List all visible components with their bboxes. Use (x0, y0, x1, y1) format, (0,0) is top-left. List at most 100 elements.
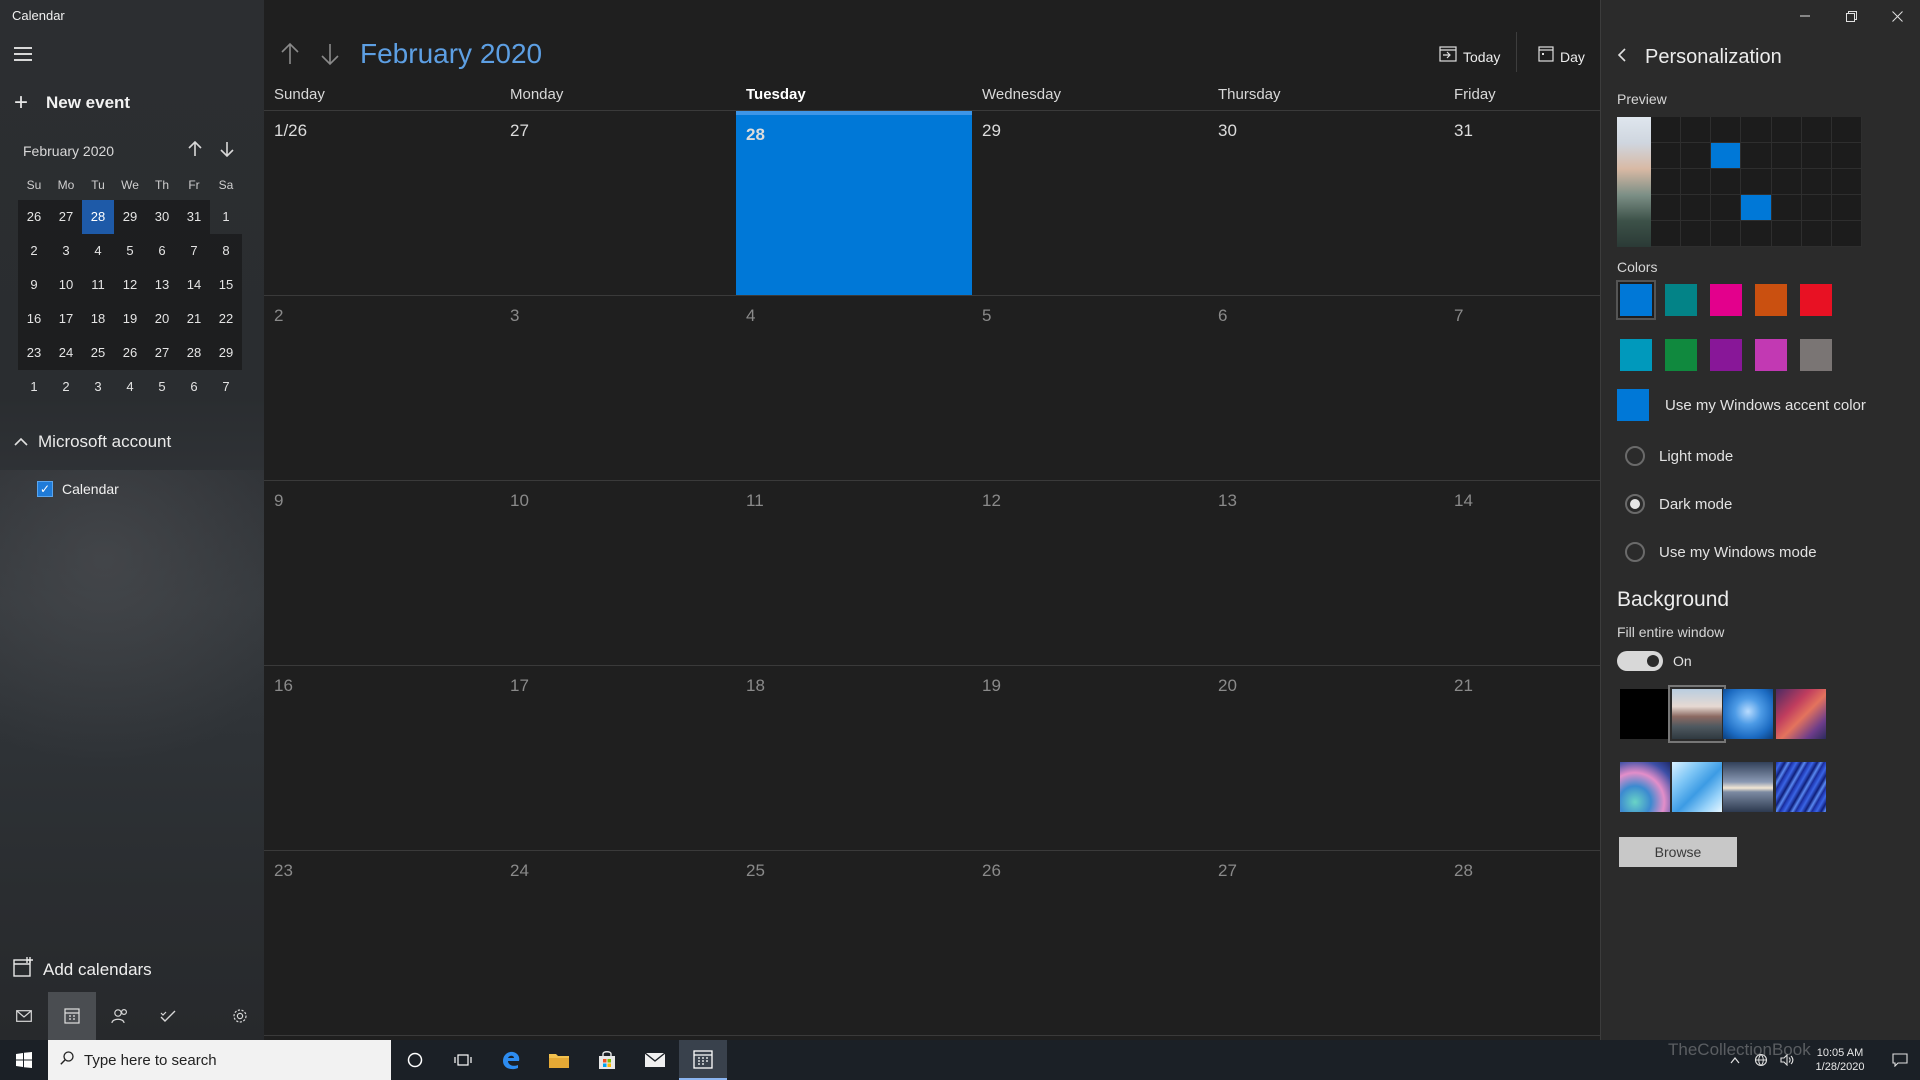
day-cell[interactable]: 16 (264, 666, 500, 850)
minimize-icon[interactable] (1782, 0, 1828, 32)
mini-day-cell[interactable]: 19 (114, 302, 146, 336)
previous-month-arrow-icon[interactable] (276, 39, 304, 69)
calendar-checkbox-item[interactable]: ✓ Calendar (37, 481, 119, 497)
mini-day-cell[interactable]: 1 (210, 200, 242, 234)
background-thumb-ice[interactable] (1672, 762, 1722, 812)
day-cell[interactable]: 27 (500, 111, 736, 295)
color-swatch[interactable] (1665, 284, 1697, 316)
day-cell[interactable]: 28 (736, 111, 972, 295)
day-cell[interactable]: 12 (972, 481, 1208, 665)
mini-day-cell[interactable]: 12 (114, 268, 146, 302)
mini-day-cell[interactable]: 6 (146, 234, 178, 268)
day-cell[interactable]: 10 (500, 481, 736, 665)
mini-day-cell[interactable]: 26 (114, 336, 146, 370)
day-cell[interactable]: 26 (972, 851, 1208, 1035)
mini-day-cell[interactable]: 9 (18, 268, 50, 302)
mini-day-cell[interactable]: 21 (178, 302, 210, 336)
day-cell[interactable]: 27 (1208, 851, 1444, 1035)
background-thumb-blue-lines[interactable] (1776, 762, 1826, 812)
day-cell[interactable]: 6 (1208, 296, 1444, 480)
calendar-app-icon[interactable] (48, 992, 96, 1040)
mini-day-cell[interactable]: 29 (210, 336, 242, 370)
mail-icon[interactable] (0, 992, 48, 1040)
day-cell[interactable]: 18 (736, 666, 972, 850)
close-icon[interactable] (1874, 0, 1920, 32)
month-title[interactable]: February 2020 (360, 38, 542, 70)
mini-day-cell[interactable]: 29 (114, 200, 146, 234)
day-cell[interactable]: 17 (500, 666, 736, 850)
background-thumb-horizon[interactable] (1723, 762, 1773, 812)
windows-start-icon[interactable] (0, 1040, 48, 1080)
mini-day-cell[interactable]: 11 (82, 268, 114, 302)
restore-icon[interactable] (1828, 0, 1874, 32)
day-cell[interactable]: 7 (1444, 296, 1600, 480)
day-cell[interactable]: 3 (500, 296, 736, 480)
color-swatch[interactable] (1800, 339, 1832, 371)
mini-day-cell[interactable]: 6 (178, 370, 210, 404)
add-calendars-button[interactable]: Add calendars (12, 956, 152, 983)
task-view-icon[interactable] (439, 1040, 487, 1080)
mini-day-cell[interactable]: 18 (82, 302, 114, 336)
mini-day-cell[interactable]: 30 (146, 200, 178, 234)
mini-day-cell[interactable]: 4 (114, 370, 146, 404)
day-cell[interactable]: 14 (1444, 481, 1600, 665)
todo-icon[interactable] (144, 992, 192, 1040)
day-cell[interactable]: 2 (264, 296, 500, 480)
mini-day-cell[interactable]: 3 (50, 234, 82, 268)
mini-day-cell[interactable]: 27 (50, 200, 82, 234)
calendar-taskbar-icon[interactable] (679, 1040, 727, 1080)
hamburger-menu-icon[interactable] (14, 47, 32, 61)
microsoft-store-icon[interactable] (583, 1040, 631, 1080)
windows-accent-color-option[interactable]: Use my Windows accent color (1617, 389, 1866, 421)
day-cell[interactable]: 9 (264, 481, 500, 665)
color-swatch[interactable] (1618, 282, 1654, 318)
taskbar-clock[interactable]: 10:05 AM 1/28/2020 (1800, 1046, 1880, 1074)
people-icon[interactable] (96, 992, 144, 1040)
mini-day-cell[interactable]: 13 (146, 268, 178, 302)
today-button[interactable]: Today (1439, 46, 1500, 67)
day-cell[interactable]: 25 (736, 851, 972, 1035)
day-cell[interactable]: 20 (1208, 666, 1444, 850)
background-thumb-blue-flower[interactable] (1723, 689, 1773, 739)
checkbox-checked-icon[interactable]: ✓ (37, 481, 53, 497)
day-cell[interactable]: 11 (736, 481, 972, 665)
mail-app-icon[interactable] (631, 1040, 679, 1080)
color-swatch[interactable] (1620, 339, 1652, 371)
mini-day-cell[interactable]: 5 (114, 234, 146, 268)
day-view-button[interactable]: Day (1538, 46, 1585, 67)
radio-button-icon[interactable] (1625, 446, 1645, 466)
mini-day-cell[interactable]: 7 (210, 370, 242, 404)
color-swatch[interactable] (1665, 339, 1697, 371)
mini-day-cell[interactable]: 28 (178, 336, 210, 370)
mini-day-cell[interactable]: 10 (50, 268, 82, 302)
mini-day-cell[interactable]: 14 (178, 268, 210, 302)
day-cell[interactable]: 21 (1444, 666, 1600, 850)
edge-browser-icon[interactable] (487, 1040, 535, 1080)
radio-button-icon[interactable] (1625, 542, 1645, 562)
background-thumb-canyon[interactable] (1776, 689, 1826, 739)
mini-next-month-arrow-icon[interactable] (220, 141, 234, 162)
mini-day-cell[interactable]: 7 (178, 234, 210, 268)
settings-gear-icon[interactable] (216, 992, 264, 1040)
mode-radio-option[interactable]: Dark mode (1625, 494, 1732, 514)
next-month-arrow-icon[interactable] (316, 39, 344, 69)
microsoft-account-group[interactable]: Microsoft account (14, 432, 171, 452)
mini-day-cell[interactable]: 1 (18, 370, 50, 404)
day-cell[interactable]: 24 (500, 851, 736, 1035)
cortana-icon[interactable] (391, 1040, 439, 1080)
day-cell[interactable]: 30 (1208, 111, 1444, 295)
mini-day-cell[interactable]: 4 (82, 234, 114, 268)
day-cell[interactable]: 31 (1444, 111, 1600, 295)
day-cell[interactable]: 23 (264, 851, 500, 1035)
color-swatch[interactable] (1710, 284, 1742, 316)
background-thumb-mountain[interactable] (1668, 685, 1726, 743)
day-cell[interactable]: 28 (1444, 851, 1600, 1035)
mini-day-cell[interactable]: 20 (146, 302, 178, 336)
mini-day-cell[interactable]: 16 (18, 302, 50, 336)
mini-day-cell[interactable]: 5 (146, 370, 178, 404)
day-cell[interactable]: 1/26 (264, 111, 500, 295)
mini-day-cell[interactable]: 24 (50, 336, 82, 370)
fill-window-toggle[interactable] (1617, 651, 1663, 671)
mini-day-cell[interactable]: 17 (50, 302, 82, 336)
color-swatch[interactable] (1710, 339, 1742, 371)
